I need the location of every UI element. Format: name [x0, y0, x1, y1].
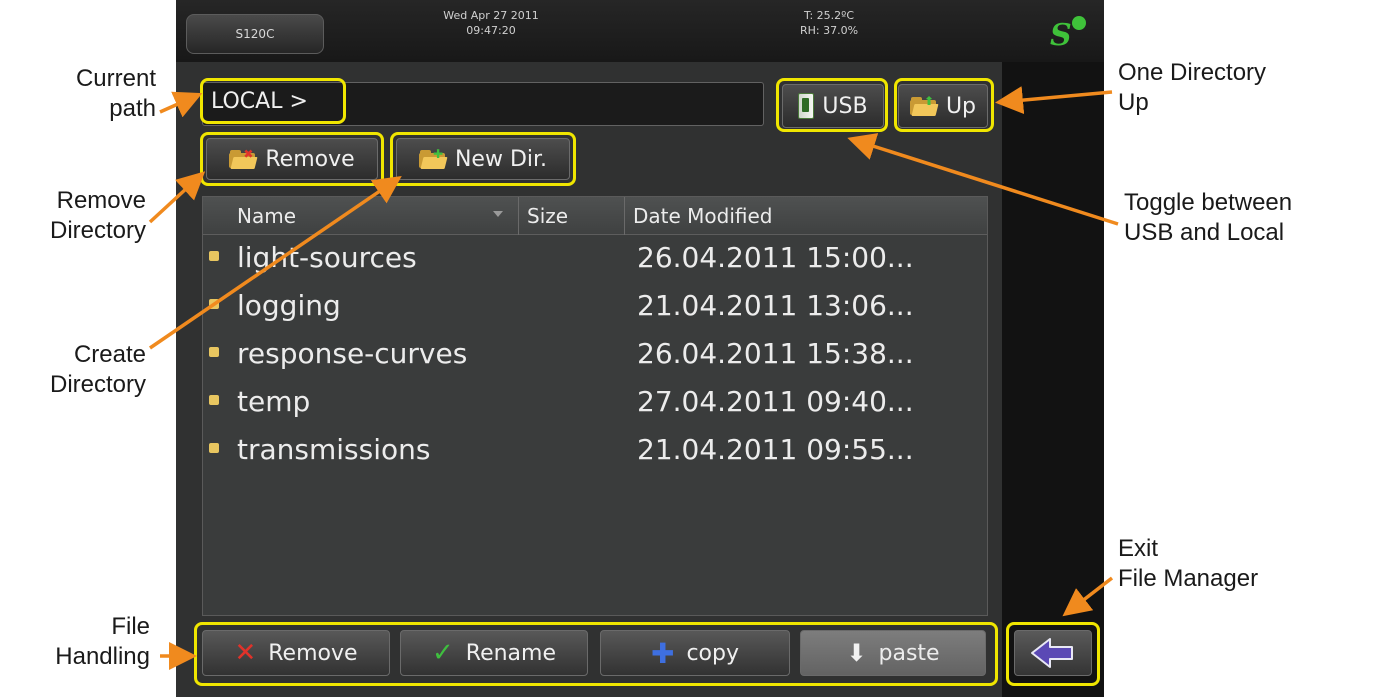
annotation-toggle-usb-local: Toggle between USB and Local	[1124, 189, 1293, 246]
arrow-one-directory-up	[995, 86, 1113, 115]
annotation-current-path: Current path	[75, 65, 156, 122]
arrow-exit	[1062, 576, 1114, 617]
arrow-toggle-usb	[847, 133, 1119, 226]
annotation-one-directory-up: One Directory Up	[1118, 59, 1267, 116]
annotation-exit-file-manager: Exit File Manager	[1118, 535, 1259, 592]
annotation-create-directory: Create Directory	[49, 341, 146, 398]
arrow-create-directory	[149, 176, 402, 350]
annotation-file-handling: File Handling	[55, 613, 150, 670]
annotation-remove-directory: Remove Directory	[49, 187, 146, 244]
arrow-current-path	[159, 91, 203, 118]
arrow-remove-directory	[148, 171, 206, 224]
